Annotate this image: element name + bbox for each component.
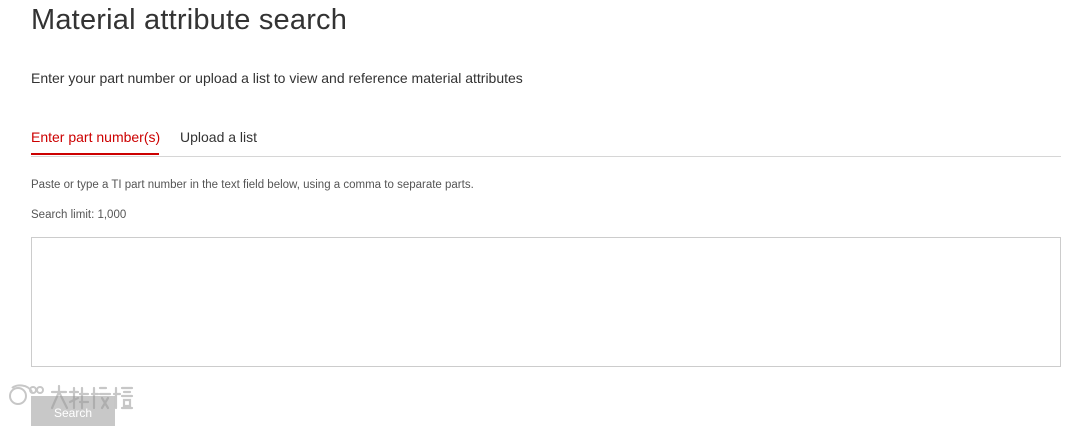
page-intro: Enter your part number or upload a list …	[31, 70, 523, 86]
part-number-input[interactable]	[31, 237, 1061, 367]
input-help-text: Paste or type a TI part number in the te…	[31, 179, 474, 191]
search-button[interactable]: Search	[31, 396, 115, 426]
tab-bar: Enter part number(s) Upload a list	[31, 120, 1061, 157]
page-title: Material attribute search	[31, 4, 348, 36]
active-tab-indicator	[31, 153, 159, 155]
tab-upload-list[interactable]: Upload a list	[180, 129, 257, 145]
page: { "page": { "title": "Material attribute…	[0, 0, 1080, 426]
tab-enter-part-numbers[interactable]: Enter part number(s)	[31, 129, 160, 145]
search-limit-text: Search limit: 1,000	[31, 209, 127, 221]
